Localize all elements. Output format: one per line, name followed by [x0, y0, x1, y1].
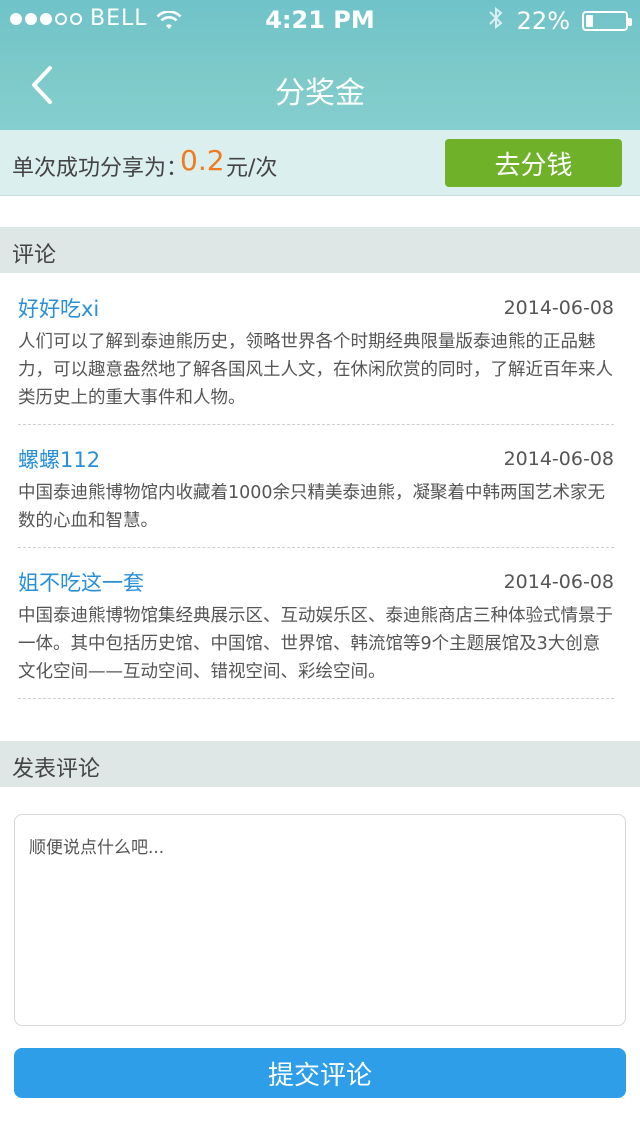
comment-header: 螺螺112 2014-06-08 — [18, 439, 614, 479]
comment-header: 好好吃xi 2014-06-08 — [18, 288, 614, 328]
share-money-button[interactable]: 去分钱 — [445, 139, 622, 187]
battery-icon — [582, 11, 632, 31]
comment-list: 好好吃xi 2014-06-08 人们可以了解到泰迪熊历史，领略世界各个时期经典… — [18, 288, 614, 713]
bluetooth-icon — [487, 6, 505, 36]
compose-section-header: 发表评论 — [0, 741, 640, 787]
comment-date: 2014-06-08 — [503, 297, 614, 319]
comment-item: 螺螺112 2014-06-08 中国泰迪熊博物馆内收藏着1000余只精美泰迪熊… — [18, 439, 614, 548]
comments-section-title: 评论 — [12, 243, 57, 268]
share-reward-unit: 元/次 — [226, 156, 278, 181]
comment-date: 2014-06-08 — [503, 571, 614, 593]
share-reward-label: 单次成功分享为： — [12, 156, 189, 181]
share-reward-amount: 0.2 — [180, 144, 225, 177]
comment-text: 中国泰迪熊博物馆内收藏着1000余只精美泰迪熊，凝聚着中韩两国艺术家无数的心血和… — [18, 483, 606, 531]
comment-date: 2014-06-08 — [503, 448, 614, 470]
submit-comment-button[interactable]: 提交评论 — [14, 1048, 626, 1098]
battery-level — [586, 15, 594, 27]
comment-text: 人们可以了解到泰迪熊历史，领略世界各个时期经典限量版泰迪熊的正品魅力，可以趣意盎… — [18, 332, 613, 408]
navigation-bar: 分奖金 — [0, 40, 640, 130]
comment-input[interactable] — [14, 814, 626, 1026]
comment-header: 姐不吃这一套 2014-06-08 — [18, 562, 614, 602]
comment-item: 好好吃xi 2014-06-08 人们可以了解到泰迪熊历史，领略世界各个时期经典… — [18, 288, 614, 425]
comment-username[interactable]: 姐不吃这一套 — [18, 567, 144, 597]
comment-username[interactable]: 好好吃xi — [18, 293, 99, 323]
battery-percentage: 22% — [516, 7, 570, 35]
share-reward-bar: 单次成功分享为： 0.2 元/次 去分钱 — [0, 130, 640, 196]
comment-username[interactable]: 螺螺112 — [18, 444, 100, 474]
comments-section-header: 评论 — [0, 227, 640, 273]
comment-text: 中国泰迪熊博物馆集经典展示区、互动娱乐区、泰迪熊商店三种体验式情景于一体。其中包… — [18, 606, 613, 682]
comment-item: 姐不吃这一套 2014-06-08 中国泰迪熊博物馆集经典展示区、互动娱乐区、泰… — [18, 562, 614, 699]
page-title: 分奖金 — [275, 76, 365, 111]
compose-section-title: 发表评论 — [12, 757, 101, 782]
status-right: 22% — [487, 6, 632, 36]
status-bar: BELL 4:21 PM 22% — [0, 0, 640, 40]
